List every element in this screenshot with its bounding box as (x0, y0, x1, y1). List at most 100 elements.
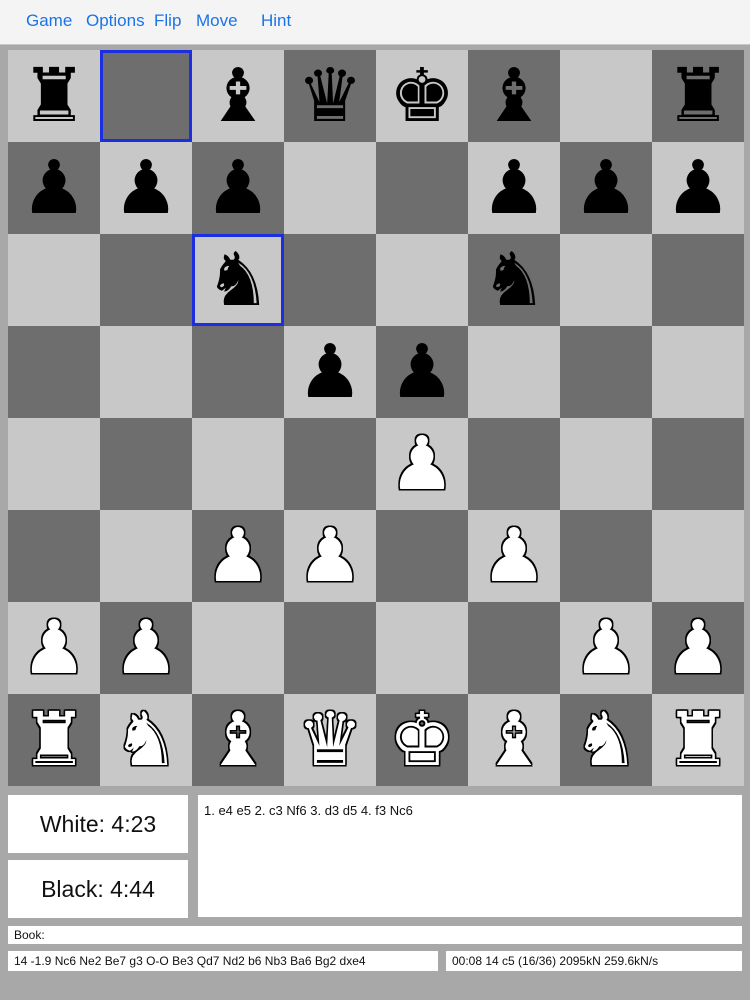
square-f5[interactable] (468, 326, 560, 418)
square-c3[interactable]: ♟ (192, 510, 284, 602)
square-b6[interactable] (100, 234, 192, 326)
square-e4[interactable]: ♟ (376, 418, 468, 510)
square-d3[interactable]: ♟ (284, 510, 376, 602)
black-rook-icon[interactable]: ♜ (665, 59, 731, 133)
square-a2[interactable]: ♟ (8, 602, 100, 694)
black-knight-icon[interactable]: ♞ (205, 243, 271, 317)
white-rook-icon[interactable]: ♜ (21, 703, 87, 777)
square-b4[interactable] (100, 418, 192, 510)
black-pawn-icon[interactable]: ♟ (113, 151, 179, 225)
white-pawn-icon[interactable]: ♟ (205, 519, 271, 593)
white-bishop-icon[interactable]: ♝ (205, 703, 271, 777)
white-pawn-icon[interactable]: ♟ (21, 611, 87, 685)
square-d4[interactable] (284, 418, 376, 510)
square-h5[interactable] (652, 326, 744, 418)
square-b5[interactable] (100, 326, 192, 418)
black-pawn-icon[interactable]: ♟ (297, 335, 363, 409)
square-a1[interactable]: ♜ (8, 694, 100, 786)
square-h7[interactable]: ♟ (652, 142, 744, 234)
square-f4[interactable] (468, 418, 560, 510)
square-h8[interactable]: ♜ (652, 50, 744, 142)
black-knight-icon[interactable]: ♞ (481, 243, 547, 317)
black-rook-icon[interactable]: ♜ (21, 59, 87, 133)
square-b8[interactable] (100, 50, 192, 142)
black-pawn-icon[interactable]: ♟ (389, 335, 455, 409)
square-b1[interactable]: ♞ (100, 694, 192, 786)
black-queen-icon[interactable]: ♛ (297, 59, 363, 133)
black-pawn-icon[interactable]: ♟ (205, 151, 271, 225)
black-pawn-icon[interactable]: ♟ (481, 151, 547, 225)
square-c6[interactable]: ♞ (192, 234, 284, 326)
square-g5[interactable] (560, 326, 652, 418)
square-g1[interactable]: ♞ (560, 694, 652, 786)
white-bishop-icon[interactable]: ♝ (481, 703, 547, 777)
white-king-icon[interactable]: ♚ (389, 703, 455, 777)
square-d7[interactable] (284, 142, 376, 234)
square-d8[interactable]: ♛ (284, 50, 376, 142)
square-e1[interactable]: ♚ (376, 694, 468, 786)
menu-move[interactable]: Move (196, 11, 238, 31)
square-c7[interactable]: ♟ (192, 142, 284, 234)
square-g7[interactable]: ♟ (560, 142, 652, 234)
square-f6[interactable]: ♞ (468, 234, 560, 326)
square-e3[interactable] (376, 510, 468, 602)
white-queen-icon[interactable]: ♛ (297, 703, 363, 777)
square-g8[interactable] (560, 50, 652, 142)
square-e6[interactable] (376, 234, 468, 326)
square-g4[interactable] (560, 418, 652, 510)
square-b7[interactable]: ♟ (100, 142, 192, 234)
black-king-icon[interactable]: ♚ (389, 59, 455, 133)
square-f3[interactable]: ♟ (468, 510, 560, 602)
white-pawn-icon[interactable]: ♟ (113, 611, 179, 685)
white-pawn-icon[interactable]: ♟ (481, 519, 547, 593)
square-c4[interactable] (192, 418, 284, 510)
square-c5[interactable] (192, 326, 284, 418)
square-c8[interactable]: ♝ (192, 50, 284, 142)
square-f7[interactable]: ♟ (468, 142, 560, 234)
square-e7[interactable] (376, 142, 468, 234)
square-g6[interactable] (560, 234, 652, 326)
square-f8[interactable]: ♝ (468, 50, 560, 142)
white-knight-icon[interactable]: ♞ (113, 703, 179, 777)
square-e8[interactable]: ♚ (376, 50, 468, 142)
square-d6[interactable] (284, 234, 376, 326)
square-h2[interactable]: ♟ (652, 602, 744, 694)
square-c2[interactable] (192, 602, 284, 694)
black-pawn-icon[interactable]: ♟ (573, 151, 639, 225)
square-h1[interactable]: ♜ (652, 694, 744, 786)
black-pawn-icon[interactable]: ♟ (21, 151, 87, 225)
square-d1[interactable]: ♛ (284, 694, 376, 786)
square-e2[interactable] (376, 602, 468, 694)
black-bishop-icon[interactable]: ♝ (481, 59, 547, 133)
menu-options[interactable]: Options (86, 11, 145, 31)
square-b3[interactable] (100, 510, 192, 602)
menu-game[interactable]: Game (26, 11, 72, 31)
square-f2[interactable] (468, 602, 560, 694)
square-e5[interactable]: ♟ (376, 326, 468, 418)
white-pawn-icon[interactable]: ♟ (573, 611, 639, 685)
white-pawn-icon[interactable]: ♟ (297, 519, 363, 593)
white-knight-icon[interactable]: ♞ (573, 703, 639, 777)
square-a7[interactable]: ♟ (8, 142, 100, 234)
black-pawn-icon[interactable]: ♟ (665, 151, 731, 225)
square-g2[interactable]: ♟ (560, 602, 652, 694)
square-g3[interactable] (560, 510, 652, 602)
square-b2[interactable]: ♟ (100, 602, 192, 694)
menu-flip[interactable]: Flip (154, 11, 181, 31)
square-a3[interactable] (8, 510, 100, 602)
square-d5[interactable]: ♟ (284, 326, 376, 418)
square-h3[interactable] (652, 510, 744, 602)
white-pawn-icon[interactable]: ♟ (665, 611, 731, 685)
white-pawn-icon[interactable]: ♟ (389, 427, 455, 501)
menu-hint[interactable]: Hint (261, 11, 291, 31)
white-rook-icon[interactable]: ♜ (665, 703, 731, 777)
square-a6[interactable] (8, 234, 100, 326)
square-d2[interactable] (284, 602, 376, 694)
square-h6[interactable] (652, 234, 744, 326)
square-h4[interactable] (652, 418, 744, 510)
square-a8[interactable]: ♜ (8, 50, 100, 142)
black-bishop-icon[interactable]: ♝ (205, 59, 271, 133)
square-c1[interactable]: ♝ (192, 694, 284, 786)
square-a4[interactable] (8, 418, 100, 510)
square-f1[interactable]: ♝ (468, 694, 560, 786)
